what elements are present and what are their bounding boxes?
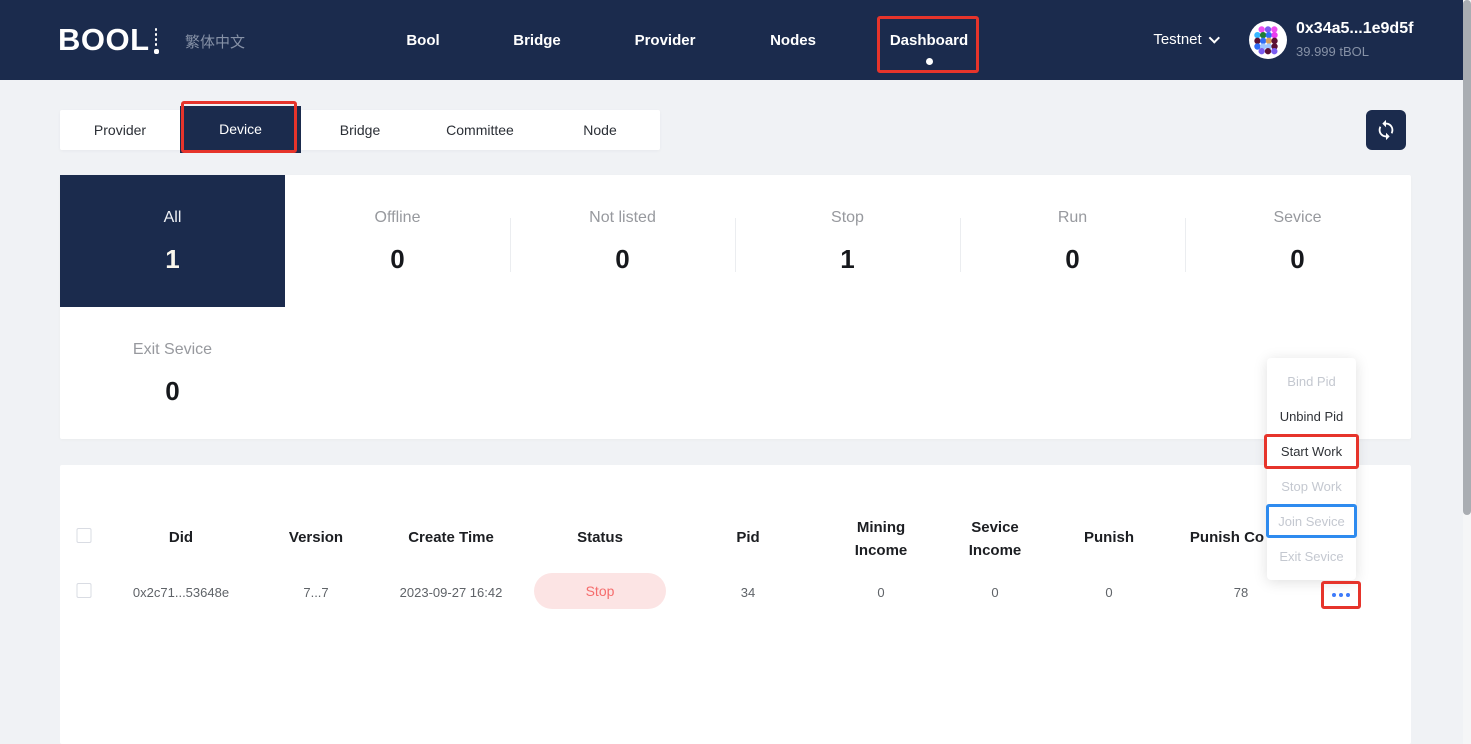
menu-item-exit-sevice: Exit Sevice [1279,549,1344,564]
col-header-punish: Punish [1083,529,1135,546]
device-table-panel: Did Version Create Time Status Pid Minin… [60,465,1411,744]
menu-item-join-sevice: Join Sevice [1278,514,1345,529]
menu-item-bind-pid: Bind Pid [1287,374,1336,389]
stat-value: 0 [1290,244,1305,274]
dot-icon [1339,593,1343,597]
menu-item-unbind-pid[interactable]: Unbind Pid [1267,399,1356,434]
bool-logo[interactable]: BOOL [58,23,159,57]
cell-mining-income: 0 [877,585,885,600]
stat-card-offline[interactable]: Offline 0 [285,175,510,307]
wallet-address[interactable]: 0x34a5...1e9d5f [1296,20,1413,38]
logo-exclamation-icon [153,28,159,54]
stat-card-sevice[interactable]: Sevice 0 [1185,175,1410,307]
stat-card-not-listed[interactable]: Not listed 0 [510,175,735,307]
stat-value: 0 [1065,244,1080,274]
col-header-did: Did [168,529,194,546]
stat-card-all[interactable]: All 1 [60,175,285,307]
language-switch[interactable]: 繁体中文 [185,31,245,52]
stat-label: Run [1057,209,1088,226]
col-header-punish-count: Punish Co [1189,529,1265,546]
cell-sevice-income: 0 [991,585,999,600]
cell-punish-count: 78 [1233,585,1249,600]
status-badge: Stop [534,573,666,609]
wallet-balance: 39.999 tBOL [1296,44,1369,59]
nav-item-provider[interactable]: Provider [635,32,696,49]
chevron-down-icon [1209,31,1221,44]
divider [735,218,736,272]
tab-committee[interactable]: Committee [446,110,514,150]
logo-text: BOOL [58,22,150,57]
network-label: Testnet [1153,31,1202,48]
stat-value: 1 [840,244,855,274]
wallet-avatar[interactable] [1249,21,1287,59]
stat-card-exit-sevice[interactable]: Exit Sevice 0 [60,307,285,439]
dashboard-tabbar: Provider Bridge Committee Node [60,110,660,150]
stat-card-run[interactable]: Run 0 [960,175,1185,307]
col-header-status: Status [577,529,623,546]
stat-value: 1 [165,244,180,274]
stat-label: Offline [374,209,421,226]
cell-create-time: 2023-09-27 16:42 [399,585,503,600]
network-selector[interactable]: Testnet [1153,31,1221,48]
divider [960,218,961,272]
refresh-button[interactable] [1366,110,1406,150]
nav-item-dashboard[interactable]: Dashboard [890,32,968,49]
nav-item-bridge[interactable]: Bridge [513,32,561,49]
stat-label: Exit Sevice [132,341,213,358]
identicon-icon [1249,21,1287,59]
cell-version: 7...7 [303,585,329,600]
col-header-mining-income: Mining Income [854,519,908,559]
menu-item-stop-work: Stop Work [1281,479,1342,494]
tab-bridge[interactable]: Bridge [340,110,380,150]
cell-punish: 0 [1105,585,1113,600]
divider [1185,218,1186,272]
refresh-icon [1378,119,1394,141]
device-stats-panel: All 1 Offline 0 Not listed 0 Stop 1 Run … [60,175,1411,439]
stat-value: 0 [165,376,180,406]
nav-item-bool[interactable]: Bool [406,32,439,49]
stat-card-stop[interactable]: Stop 1 [735,175,960,307]
tab-device[interactable]: Device [180,106,301,153]
menu-item-start-work[interactable]: Start Work [1267,434,1356,469]
row-actions-button[interactable] [1328,589,1354,601]
navbar: BOOL 繁体中文 Bool Bridge Provider Nodes Das… [0,0,1471,80]
stat-value: 0 [390,244,405,274]
stat-label: Not listed [589,209,656,226]
divider [510,218,511,272]
row-actions-menu: Bind Pid Unbind Pid Start Work Stop Work… [1267,358,1356,580]
stat-value: 0 [615,244,630,274]
stat-label: Sevice [1273,209,1322,226]
dashboard-active-dot [926,58,933,65]
nav-item-nodes[interactable]: Nodes [770,32,816,49]
dot-icon [1332,593,1336,597]
dot-icon [1346,593,1350,597]
stat-label: All [163,209,182,226]
col-header-version: Version [288,529,344,546]
col-header-sevice-income: Sevice Income [968,519,1022,559]
cell-did: 0x2c71...53648e [132,585,230,600]
cell-pid: 34 [740,585,756,600]
stat-label: Stop [831,209,864,226]
col-header-create-time: Create Time [408,529,494,546]
scrollbar-thumb[interactable] [1463,0,1471,515]
col-header-pid: Pid [736,529,760,546]
tab-node[interactable]: Node [583,110,616,150]
select-all-checkbox[interactable] [76,528,92,543]
row-checkbox[interactable] [76,583,92,598]
scrollbar-track[interactable] [1463,0,1471,744]
tab-provider[interactable]: Provider [94,110,146,150]
